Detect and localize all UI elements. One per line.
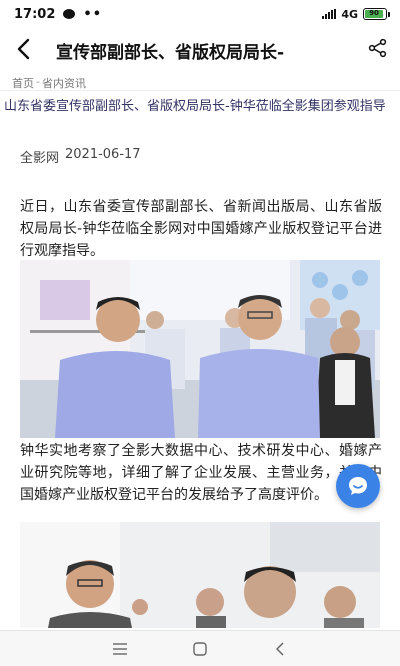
share-icon — [368, 38, 387, 58]
back-button[interactable] — [12, 36, 38, 62]
breadcrumb-section[interactable]: 省内资讯 — [42, 75, 86, 91]
status-left: 17:02 •• — [14, 7, 102, 22]
menu-button[interactable] — [110, 639, 130, 659]
page-title: 宣传部副部长、省版权局局长- — [56, 43, 285, 63]
article-date: 2021-06-17 — [65, 147, 141, 162]
article-photo — [20, 522, 380, 628]
menu-icon — [113, 642, 127, 655]
back-triangle-icon — [276, 641, 284, 656]
article-paragraph: 钟华实地考察了全影大数据中心、技术研发中心、婚嫁产业研究院等地，详细了解了企业发… — [20, 443, 382, 503]
share-button[interactable] — [368, 38, 388, 58]
home-button[interactable] — [190, 639, 210, 659]
signal-strength-icon — [322, 9, 337, 19]
floating-chat-button[interactable] — [336, 464, 380, 508]
battery-level: 90 — [365, 10, 383, 18]
chat-bubble-icon — [349, 477, 367, 495]
system-nav-bar — [0, 630, 400, 666]
photo-meeting-scene — [20, 522, 380, 628]
article-photo — [20, 260, 380, 438]
status-time: 17:02 — [14, 6, 56, 22]
system-back-button[interactable] — [270, 639, 290, 659]
article-paragraph: 近日，山东省委宣传部副部长、省新闻出版局、山东省版权局局长-钟华莅临全影网对中国… — [20, 199, 382, 259]
breadcrumb: 首页 - 省内资讯 — [12, 75, 86, 91]
back-arrow-icon — [17, 38, 30, 60]
network-type: 4G — [341, 7, 358, 21]
article-headline: 山东省委宣传部副部长、省版权局局长-钟华莅临全影集团参观指导 — [4, 99, 386, 114]
breadcrumb-separator: - — [36, 75, 40, 88]
status-right: 4G 90 — [322, 8, 390, 21]
article-meta: 全影网 2021-06-17 — [20, 147, 141, 166]
message-notification-icon — [63, 9, 76, 19]
breadcrumb-home[interactable]: 首页 — [12, 75, 34, 91]
status-bar: 17:02 •• 4G 90 — [0, 0, 400, 28]
battery-icon: 90 — [363, 8, 390, 20]
article-source: 全影网 — [20, 151, 60, 166]
more-notifications-icon: •• — [83, 6, 103, 22]
divider — [0, 90, 400, 91]
home-square-icon — [193, 641, 207, 656]
nav-bar: 宣传部副部长、省版权局局长- — [0, 28, 400, 70]
photo-visit-scene — [20, 260, 380, 438]
